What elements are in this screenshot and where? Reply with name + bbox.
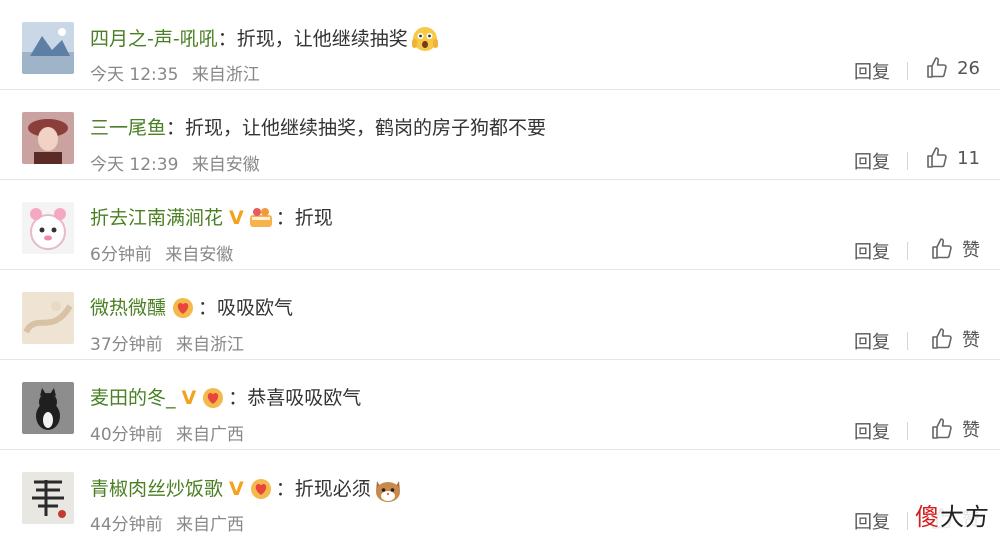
timestamp: 6分钟前 [90, 245, 152, 265]
divider [907, 152, 908, 170]
like-count: 26 [957, 57, 980, 79]
reply-button[interactable]: 回复 [854, 238, 890, 264]
username[interactable]: 青椒肉丝炒饭歌 [90, 476, 223, 502]
colon: ： [228, 387, 248, 409]
like-label: 赞 [962, 240, 980, 261]
username[interactable]: 微热微醺 [90, 295, 166, 321]
reply-button[interactable]: 回复 [854, 508, 890, 534]
vip-v-icon: V [181, 387, 197, 409]
colon: ： [166, 117, 186, 139]
like-button[interactable]: 26 [925, 56, 980, 80]
reply-button[interactable]: 回复 [854, 328, 890, 354]
like-button[interactable]: 赞 [930, 236, 980, 262]
comment-text: 折现 [294, 207, 333, 229]
location: 来自浙江 [176, 335, 245, 355]
comment-item: 折去江南满涧花 V ： 折现 6分钟前 来自安徽 回复 赞 [0, 180, 1000, 270]
colon: ： [275, 207, 295, 229]
comment-meta: 40分钟前 来自广西 [90, 420, 244, 445]
thumbs-up-icon [930, 327, 954, 351]
avatar[interactable] [22, 22, 74, 74]
divider [907, 422, 908, 440]
thumbs-up-icon [925, 146, 949, 170]
colon: ： [217, 28, 237, 50]
comment-list: 四月之-声-吼吼 ： 折现，让他继续抽奖 今天 12:35 来自浙江 回复 26… [0, 0, 1000, 540]
comment-text: 恭喜吸吸欧气 [247, 387, 362, 409]
vip-v-icon: V [229, 478, 244, 500]
reply-button[interactable]: 回复 [854, 418, 890, 444]
location: 来自浙江 [191, 65, 260, 85]
colon: ： [198, 297, 218, 319]
scared-face-emoji-icon [410, 25, 440, 53]
reply-button[interactable]: 回复 [854, 148, 890, 174]
divider [907, 332, 908, 350]
username[interactable]: 三一尾鱼 [90, 115, 166, 141]
comment-meta: 44分钟前 来自广西 [90, 510, 244, 535]
divider [907, 62, 908, 80]
comment-text: 折现必须 [294, 478, 371, 500]
comment-meta: 6分钟前 来自安徽 [90, 240, 233, 265]
avatar[interactable] [22, 112, 74, 164]
thumbs-up-icon [930, 417, 954, 441]
fan-badge-icon [248, 207, 274, 229]
thumbs-up-icon [930, 237, 954, 261]
like-label: 赞 [962, 420, 980, 441]
username[interactable]: 折去江南满涧花 [90, 205, 223, 231]
watermark-first-char: 傻 [915, 503, 940, 531]
thumbs-up-icon [925, 56, 949, 80]
divider [907, 242, 908, 260]
location: 来自广西 [176, 425, 245, 445]
comment-item: 三一尾鱼 ： 折现，让他继续抽奖，鹤岗的房子狗都不要 今天 12:39 来自安徽… [0, 90, 1000, 180]
comment-item: 麦田的冬_ V ： 恭喜吸吸欧气 40分钟前 来自广西 回复 赞 [0, 360, 1000, 450]
comment-meta: 今天 12:35 来自浙江 [90, 60, 260, 85]
like-label: 赞 [962, 330, 980, 351]
comment-item: 四月之-声-吼吼 ： 折现，让他继续抽奖 今天 12:35 来自浙江 回复 26 [0, 0, 1000, 90]
avatar[interactable] [22, 202, 74, 254]
avatar[interactable] [22, 472, 74, 524]
comment-meta: 37分钟前 来自浙江 [90, 330, 244, 355]
comment-item: 微热微醺 ： 吸吸欧气 37分钟前 来自浙江 回复 赞 [0, 270, 1000, 360]
comment-meta: 今天 12:39 来自安徽 [90, 150, 260, 175]
location: 来自安徽 [191, 155, 260, 175]
comment-item: 青椒肉丝炒饭歌 V ： 折现必须 44分钟前 来自广西 回复 [0, 450, 1000, 540]
reply-button[interactable]: 回复 [854, 58, 890, 84]
timestamp: 40分钟前 [90, 425, 163, 445]
username[interactable]: 麦田的冬_ [90, 385, 176, 411]
comment-text: 折现，让他继续抽奖，鹤岗的房子狗都不要 [185, 117, 547, 139]
avatar[interactable] [22, 292, 74, 344]
location: 来自安徽 [165, 245, 234, 265]
heart-badge-icon [248, 478, 274, 500]
like-button[interactable]: 赞 [930, 326, 980, 352]
username[interactable]: 四月之-声-吼吼 [90, 26, 218, 52]
avatar[interactable] [22, 382, 74, 434]
watermark-logo: 傻大方 [911, 497, 994, 532]
vip-v-icon: V [229, 207, 244, 229]
divider [907, 512, 908, 530]
timestamp: 44分钟前 [90, 515, 163, 535]
colon: ： [275, 478, 295, 500]
comment-text: 吸吸欧气 [217, 297, 294, 319]
location: 来自广西 [176, 515, 245, 535]
like-button[interactable]: 11 [925, 146, 980, 170]
timestamp: 37分钟前 [90, 335, 163, 355]
cat-face-emoji-icon [373, 475, 403, 503]
heart-badge-icon [170, 297, 196, 319]
watermark-rest: 大方 [940, 503, 990, 531]
like-count: 11 [957, 147, 980, 169]
comment-text: 折现，让他继续抽奖 [236, 28, 408, 50]
timestamp: 今天 12:39 [90, 155, 179, 175]
heart-badge-icon [200, 387, 226, 409]
timestamp: 今天 12:35 [90, 65, 179, 85]
like-button[interactable]: 赞 [930, 416, 980, 442]
